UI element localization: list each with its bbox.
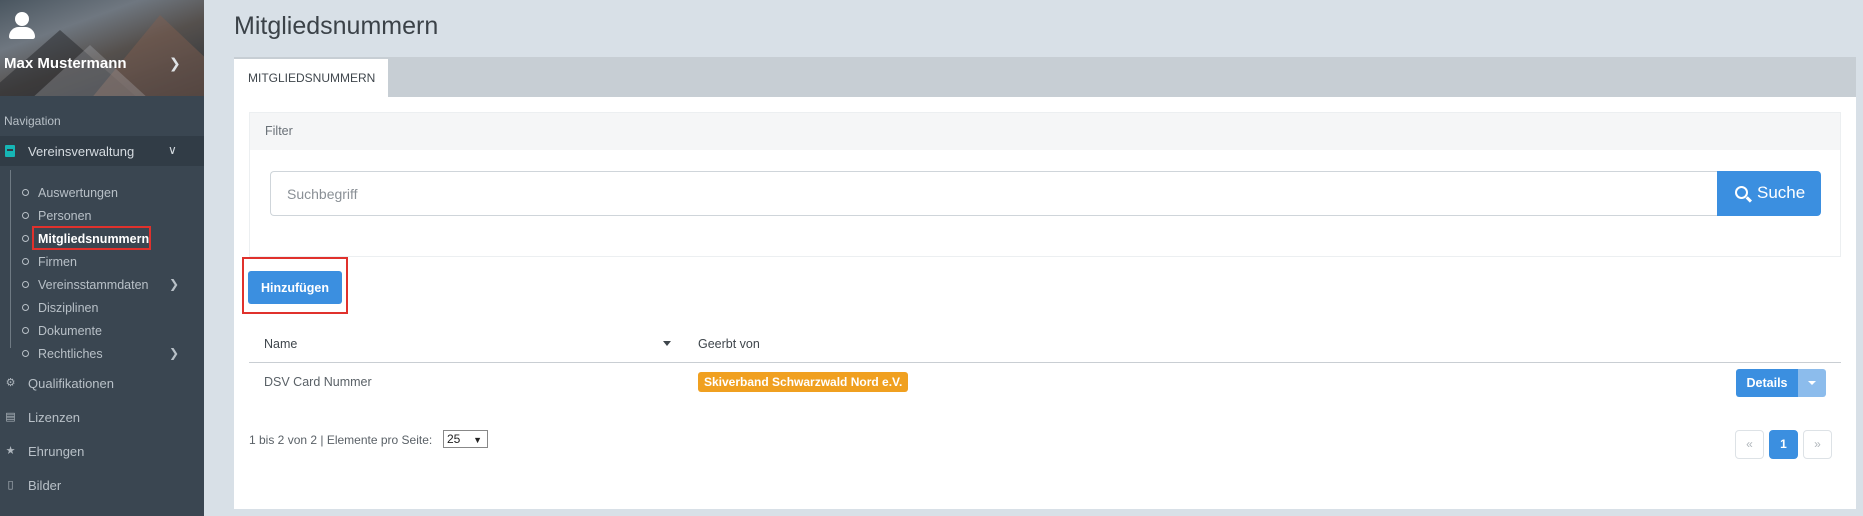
table-cell-name: DSV Card Nummer [264, 375, 372, 389]
sidebar-item-firmen[interactable]: Firmen [0, 252, 204, 272]
sidebar-item-auswertungen[interactable]: Auswertungen [0, 183, 204, 203]
filter-panel: Filter Suche [249, 112, 1841, 257]
sidebar-item-label: Personen [38, 209, 92, 223]
circle-icon [22, 189, 29, 196]
sidebar-item-label: Lizenzen [28, 410, 81, 425]
nav-heading: Navigation [4, 114, 61, 128]
sidebar-item-lizenzen[interactable]: ▤ Lizenzen [0, 406, 204, 430]
sidebar-item-label: Mitgliedsnummern [38, 232, 150, 246]
sidebar-item-label: Auswertungen [38, 186, 118, 200]
profile-header[interactable]: Max Mustermann ❯ [0, 0, 204, 96]
pagination-next[interactable]: » [1803, 430, 1832, 459]
sort-desc-icon[interactable] [663, 341, 671, 346]
sidebar-item-mitgliedsnummern[interactable]: Mitgliedsnummern [0, 226, 204, 250]
filter-title: Filter [265, 124, 293, 138]
chevron-right-icon: ❯ [169, 277, 180, 291]
circle-icon [22, 212, 29, 219]
details-dropdown-toggle[interactable] [1798, 369, 1826, 397]
content-card: MITGLIEDSNUMMERN Filter Suche Hinzufügen… [234, 57, 1856, 509]
search-button-label: Suche [1757, 183, 1806, 202]
trophy-icon: ★ [5, 444, 16, 457]
file-icon: ▯ [7, 478, 14, 491]
circle-icon [22, 327, 29, 334]
sidebar-item-label: Disziplinen [38, 301, 99, 315]
sidebar-item-label: Firmen [38, 255, 77, 269]
add-button[interactable]: Hinzufügen [248, 271, 342, 304]
pagination-info: 1 bis 2 von 2 | Elemente pro Seite: [249, 433, 433, 447]
column-header-name[interactable]: Name [264, 337, 297, 351]
table-header-divider [249, 362, 1841, 363]
circle-icon [22, 281, 29, 288]
sidebar-item-dokumente[interactable]: Dokumente [0, 321, 204, 341]
filter-header[interactable]: Filter [250, 113, 1840, 150]
tab-mitgliedsnummern[interactable]: MITGLIEDSNUMMERN [234, 57, 388, 97]
chevron-down-icon: ∨ [168, 143, 177, 157]
chevron-right-icon[interactable]: ❯ [169, 56, 181, 72]
circle-icon [22, 258, 29, 265]
page-size-select[interactable]: 25 ▼ [443, 430, 488, 448]
sidebar-item-disziplinen[interactable]: Disziplinen [0, 298, 204, 318]
circle-icon [22, 304, 29, 311]
sidebar-item-ehrungen[interactable]: ★ Ehrungen [0, 440, 204, 464]
search-button[interactable]: Suche [1717, 171, 1821, 216]
user-icon [8, 12, 36, 40]
details-button[interactable]: Details [1736, 369, 1798, 397]
gear-icon: ⚙ [5, 376, 16, 389]
sidebar-item-qualifikationen[interactable]: ⚙ Qualifikationen [0, 372, 204, 396]
sidebar-item-label: Qualifikationen [28, 376, 114, 391]
caret-down-icon: ▼ [473, 435, 482, 445]
page-size-value: 25 [447, 432, 461, 446]
sidebar-item-label: Bilder [28, 478, 62, 493]
circle-icon [22, 350, 29, 357]
sidebar-item-label: Vereinsstammdaten [38, 278, 149, 292]
sidebar-item-label: Ehrungen [28, 444, 85, 459]
sidebar-item-label: Rechtliches [38, 347, 103, 361]
column-header-geerbt-von: Geerbt von [698, 337, 760, 351]
book-icon [5, 145, 15, 157]
sidebar-item-rechtliches[interactable]: Rechtliches ❯ [0, 344, 204, 364]
sidebar-item-vereinsstammdaten[interactable]: Vereinsstammdaten ❯ [0, 275, 204, 295]
page-title: Mitgliedsnummern [234, 12, 439, 40]
profile-name: Max Mustermann [4, 55, 127, 72]
sidebar: Max Mustermann ❯ Navigation Vereinsverwa… [0, 0, 204, 516]
sidebar-item-bilder[interactable]: ▯ Bilder [0, 474, 204, 498]
sidebar-item-personen[interactable]: Personen [0, 206, 204, 226]
search-icon [1735, 186, 1748, 199]
tab-label: MITGLIEDSNUMMERN [248, 71, 376, 85]
inherited-badge: Skiverband Schwarzwald Nord e.V. [698, 372, 909, 392]
sidebar-item-vereinsverwaltung[interactable]: Vereinsverwaltung ∨ [0, 136, 204, 166]
circle-icon [22, 235, 29, 242]
search-input[interactable] [270, 171, 1718, 216]
pagination-page-1[interactable]: 1 [1769, 430, 1798, 459]
id-card-icon: ▤ [5, 410, 16, 423]
sidebar-item-label: Dokumente [38, 324, 102, 338]
chevron-right-icon: ❯ [169, 346, 180, 360]
pagination-prev[interactable]: « [1735, 430, 1764, 459]
tab-bar: MITGLIEDSNUMMERN [234, 57, 1856, 97]
sidebar-item-label: Vereinsverwaltung [28, 144, 135, 159]
